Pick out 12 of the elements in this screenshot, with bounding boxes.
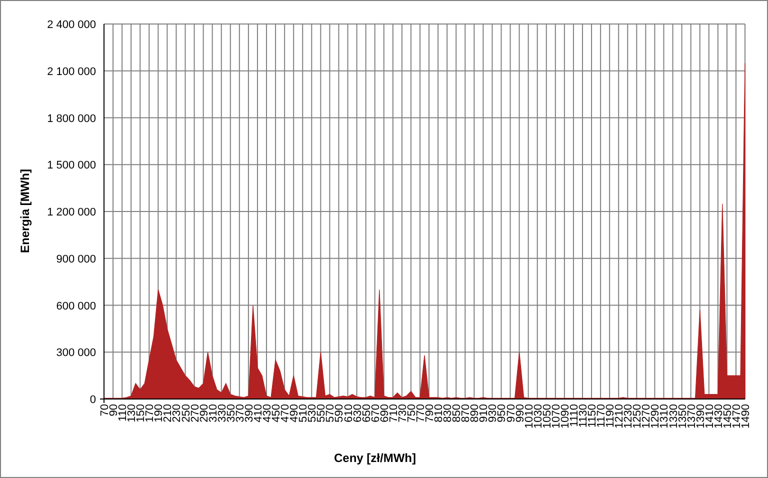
axis-tick-label: 1490 [740, 404, 752, 428]
axis-tick-label: 1 500 000 [47, 160, 96, 172]
axis-tick-label: 2 400 000 [47, 19, 96, 31]
axis-tick-label: 600 000 [56, 300, 96, 312]
axis-tick-label: 1 200 000 [47, 206, 96, 218]
axis-tick-label: 2 100 000 [47, 66, 96, 78]
axis-title: Energia [MWh] [18, 169, 32, 253]
axis-tick-label: 1 800 000 [47, 112, 96, 125]
axis-tick-label: 0 [90, 394, 96, 406]
axis-tick-label: 300 000 [56, 347, 96, 360]
axis-tick-label: 900 000 [56, 253, 96, 266]
axis-title: Ceny [zł/MWh] [334, 451, 416, 465]
